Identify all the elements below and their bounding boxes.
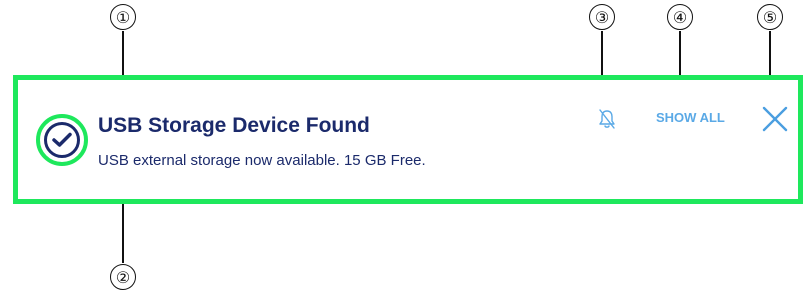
callout-number-3: ③ xyxy=(589,4,615,30)
callout-number-5: ⑤ xyxy=(757,4,783,30)
show-all-button[interactable]: SHOW ALL xyxy=(656,110,725,125)
mute-notifications-button[interactable] xyxy=(594,106,620,132)
close-icon xyxy=(762,106,788,132)
notification-title: USB Storage Device Found xyxy=(98,114,370,137)
notification-message: USB external storage now available. 15 G… xyxy=(98,152,426,169)
check-circle-icon xyxy=(36,114,88,166)
notification-banner: USB Storage Device Found USB external st… xyxy=(13,75,803,204)
close-notification-button[interactable] xyxy=(760,104,790,134)
callout-number-4: ④ xyxy=(667,4,693,30)
bell-off-icon xyxy=(599,109,615,129)
callout-number-1: ① xyxy=(110,4,136,30)
annotated-screenshot: ① ② ③ ④ ⑤ USB Storage Device Found USB e… xyxy=(0,0,809,295)
callout-number-2: ② xyxy=(110,264,136,290)
